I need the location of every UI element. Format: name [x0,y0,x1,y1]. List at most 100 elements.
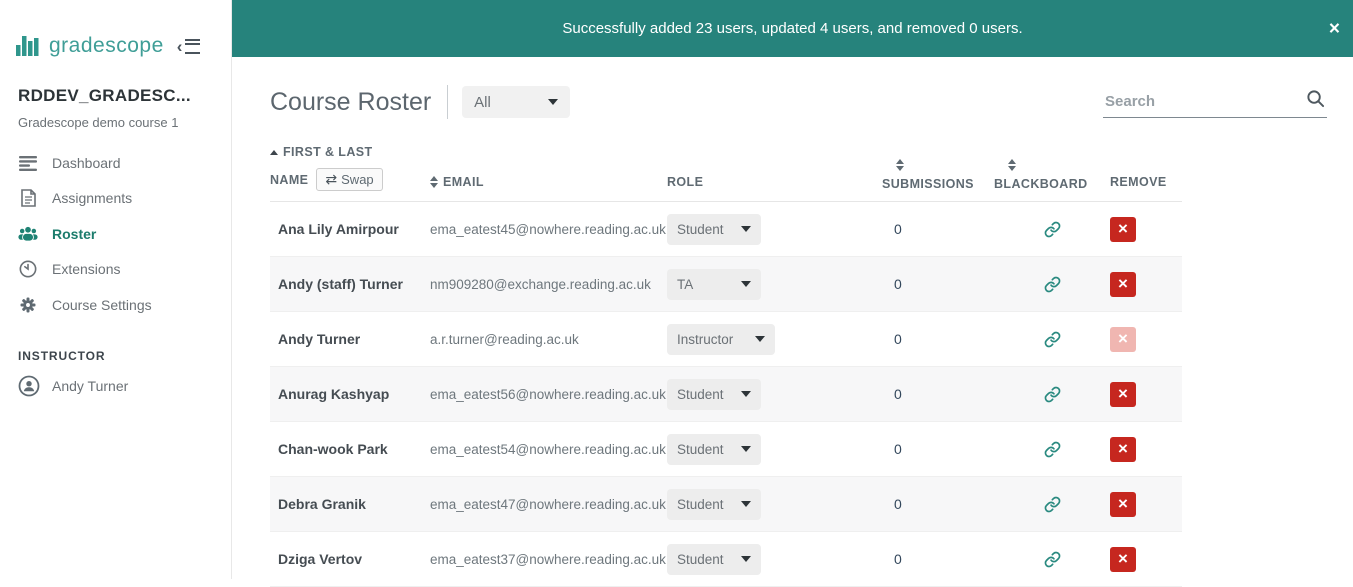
student-email: ema_eatest56@nowhere.reading.ac.uk [430,386,666,402]
sidebar-collapse-toggle[interactable]: ‹ [177,38,201,55]
blackboard-link-icon[interactable] [1044,276,1061,293]
instructor-entry: Andy Turner [0,363,231,409]
gradescope-logo-icon [16,36,40,56]
remove-user-button[interactable]: × [1110,326,1136,352]
blackboard-link-icon[interactable] [1044,551,1061,568]
roster-table: FIRST & LAST NAME ⇄ Swap EMAIL ROLE SUBM… [270,145,1182,587]
roster-row: Ana Lily Amirpour ema_eatest45@nowhere.r… [270,202,1182,257]
blackboard-link-icon[interactable] [1044,221,1061,238]
blackboard-link-icon[interactable] [1044,331,1061,348]
submissions-count: 0 [894,276,902,292]
role-filter-value: All [474,93,491,111]
remove-user-button[interactable]: × [1110,216,1136,242]
remove-user-button[interactable]: × [1110,271,1136,297]
x-icon: × [1118,328,1128,348]
roster-row: Debra Granik ema_eatest47@nowhere.readin… [270,477,1182,532]
student-email: ema_eatest37@nowhere.reading.ac.uk [430,551,666,567]
sort-icon [1008,159,1110,171]
role-filter-dropdown[interactable]: All [462,86,571,118]
caret-down-icon [741,556,751,562]
remove-user-button[interactable]: × [1110,491,1136,517]
sidebar-item-extensions[interactable]: Extensions [0,251,231,287]
search-input[interactable] [1103,86,1327,118]
sidebar-item-course-settings[interactable]: Course Settings [0,287,231,323]
caret-down-icon [741,391,751,397]
instructor-name: Andy Turner [52,378,129,394]
search [1103,86,1327,118]
x-icon: × [1118,218,1128,238]
title-divider [447,85,449,119]
sidebar-item-roster[interactable]: Roster [0,216,231,251]
student-name: Andy Turner [278,331,361,347]
hamburger-icon [185,38,201,54]
role-value: Student [677,386,724,402]
sidebar-item-label: Extensions [52,261,121,277]
sidebar-item-dashboard[interactable]: Dashboard [0,146,231,180]
role-select[interactable]: Student [667,433,761,465]
submissions-count: 0 [894,496,902,512]
instructor-section-label: INSTRUCTOR [18,349,106,363]
student-email: nm909280@exchange.reading.ac.uk [430,276,651,292]
student-email: ema_eatest54@nowhere.reading.ac.uk [430,441,666,457]
close-icon[interactable]: × [1329,19,1340,38]
remove-user-button[interactable]: × [1110,436,1136,462]
student-name: Anurag Kashyap [278,386,390,402]
success-banner: Successfully added 23 users, updated 4 u… [232,0,1353,57]
roster-row: Chan-wook Park ema_eatest54@nowhere.read… [270,422,1182,477]
title-row: Course Roster All [270,85,1327,119]
sort-icon [430,176,438,188]
column-header-blackboard[interactable]: BLACKBOARD [994,159,1110,191]
caret-down-icon [548,99,559,105]
remove-user-button[interactable]: × [1110,546,1136,572]
search-icon[interactable] [1306,89,1325,113]
gear-icon [18,296,38,314]
x-icon: × [1118,493,1128,513]
remove-user-button[interactable]: × [1110,381,1136,407]
role-select[interactable]: Student [667,543,761,575]
sort-ascending-icon [270,149,278,155]
blackboard-link-icon[interactable] [1044,386,1061,403]
caret-down-icon [741,281,751,287]
role-select[interactable]: Student [667,488,761,520]
page-title: Course Roster [270,87,432,116]
student-email: ema_eatest45@nowhere.reading.ac.uk [430,221,666,237]
swap-icon: ⇄ [325,171,338,187]
roster-table-body: Ana Lily Amirpour ema_eatest45@nowhere.r… [270,202,1182,587]
role-select[interactable]: Student [667,378,761,410]
role-select[interactable]: TA [667,268,761,300]
swap-names-button[interactable]: ⇄ Swap [316,168,383,191]
blackboard-link-icon[interactable] [1044,496,1061,513]
sidebar: gradescope ‹ RDDEV_GRADESC... Gradescope… [0,0,232,579]
student-name: Andy (staff) Turner [278,276,403,292]
roster-table-header: FIRST & LAST NAME ⇄ Swap EMAIL ROLE SUBM… [270,145,1182,202]
x-icon: × [1118,273,1128,293]
banner-message: Successfully added 23 users, updated 4 u… [562,20,1023,37]
assignments-icon [18,189,38,207]
student-email: ema_eatest47@nowhere.reading.ac.uk [430,496,666,512]
course-code: RDDEV_GRADESC... [18,86,191,105]
logo-row[interactable]: gradescope ‹ [0,0,231,58]
x-icon: × [1118,383,1128,403]
column-header-email[interactable]: EMAIL [430,175,667,191]
column-header-submissions[interactable]: SUBMISSIONS [882,159,994,191]
role-value: Student [677,221,724,237]
column-header-role: ROLE [667,175,704,189]
sort-icon [896,159,994,171]
submissions-count: 0 [894,551,902,567]
student-name: Chan-wook Park [278,441,388,457]
blackboard-link-icon[interactable] [1044,441,1061,458]
role-select[interactable]: Instructor [667,323,775,355]
x-icon: × [1118,438,1128,458]
sidebar-item-label: Assignments [52,190,133,206]
sidebar-item-label: Dashboard [52,155,121,171]
role-value: Student [677,441,724,457]
caret-down-icon [741,446,751,452]
role-value: Instructor [677,331,734,347]
sidebar-item-assignments[interactable]: Assignments [0,180,231,216]
column-header-name[interactable]: FIRST & LAST NAME ⇄ Swap [270,145,430,191]
clock-icon [18,260,38,278]
content: Course Roster All Search FIRST & LAST NA… [232,57,1353,587]
submissions-count: 0 [894,221,902,237]
role-select[interactable]: Student [667,213,761,245]
avatar-icon [18,375,40,397]
